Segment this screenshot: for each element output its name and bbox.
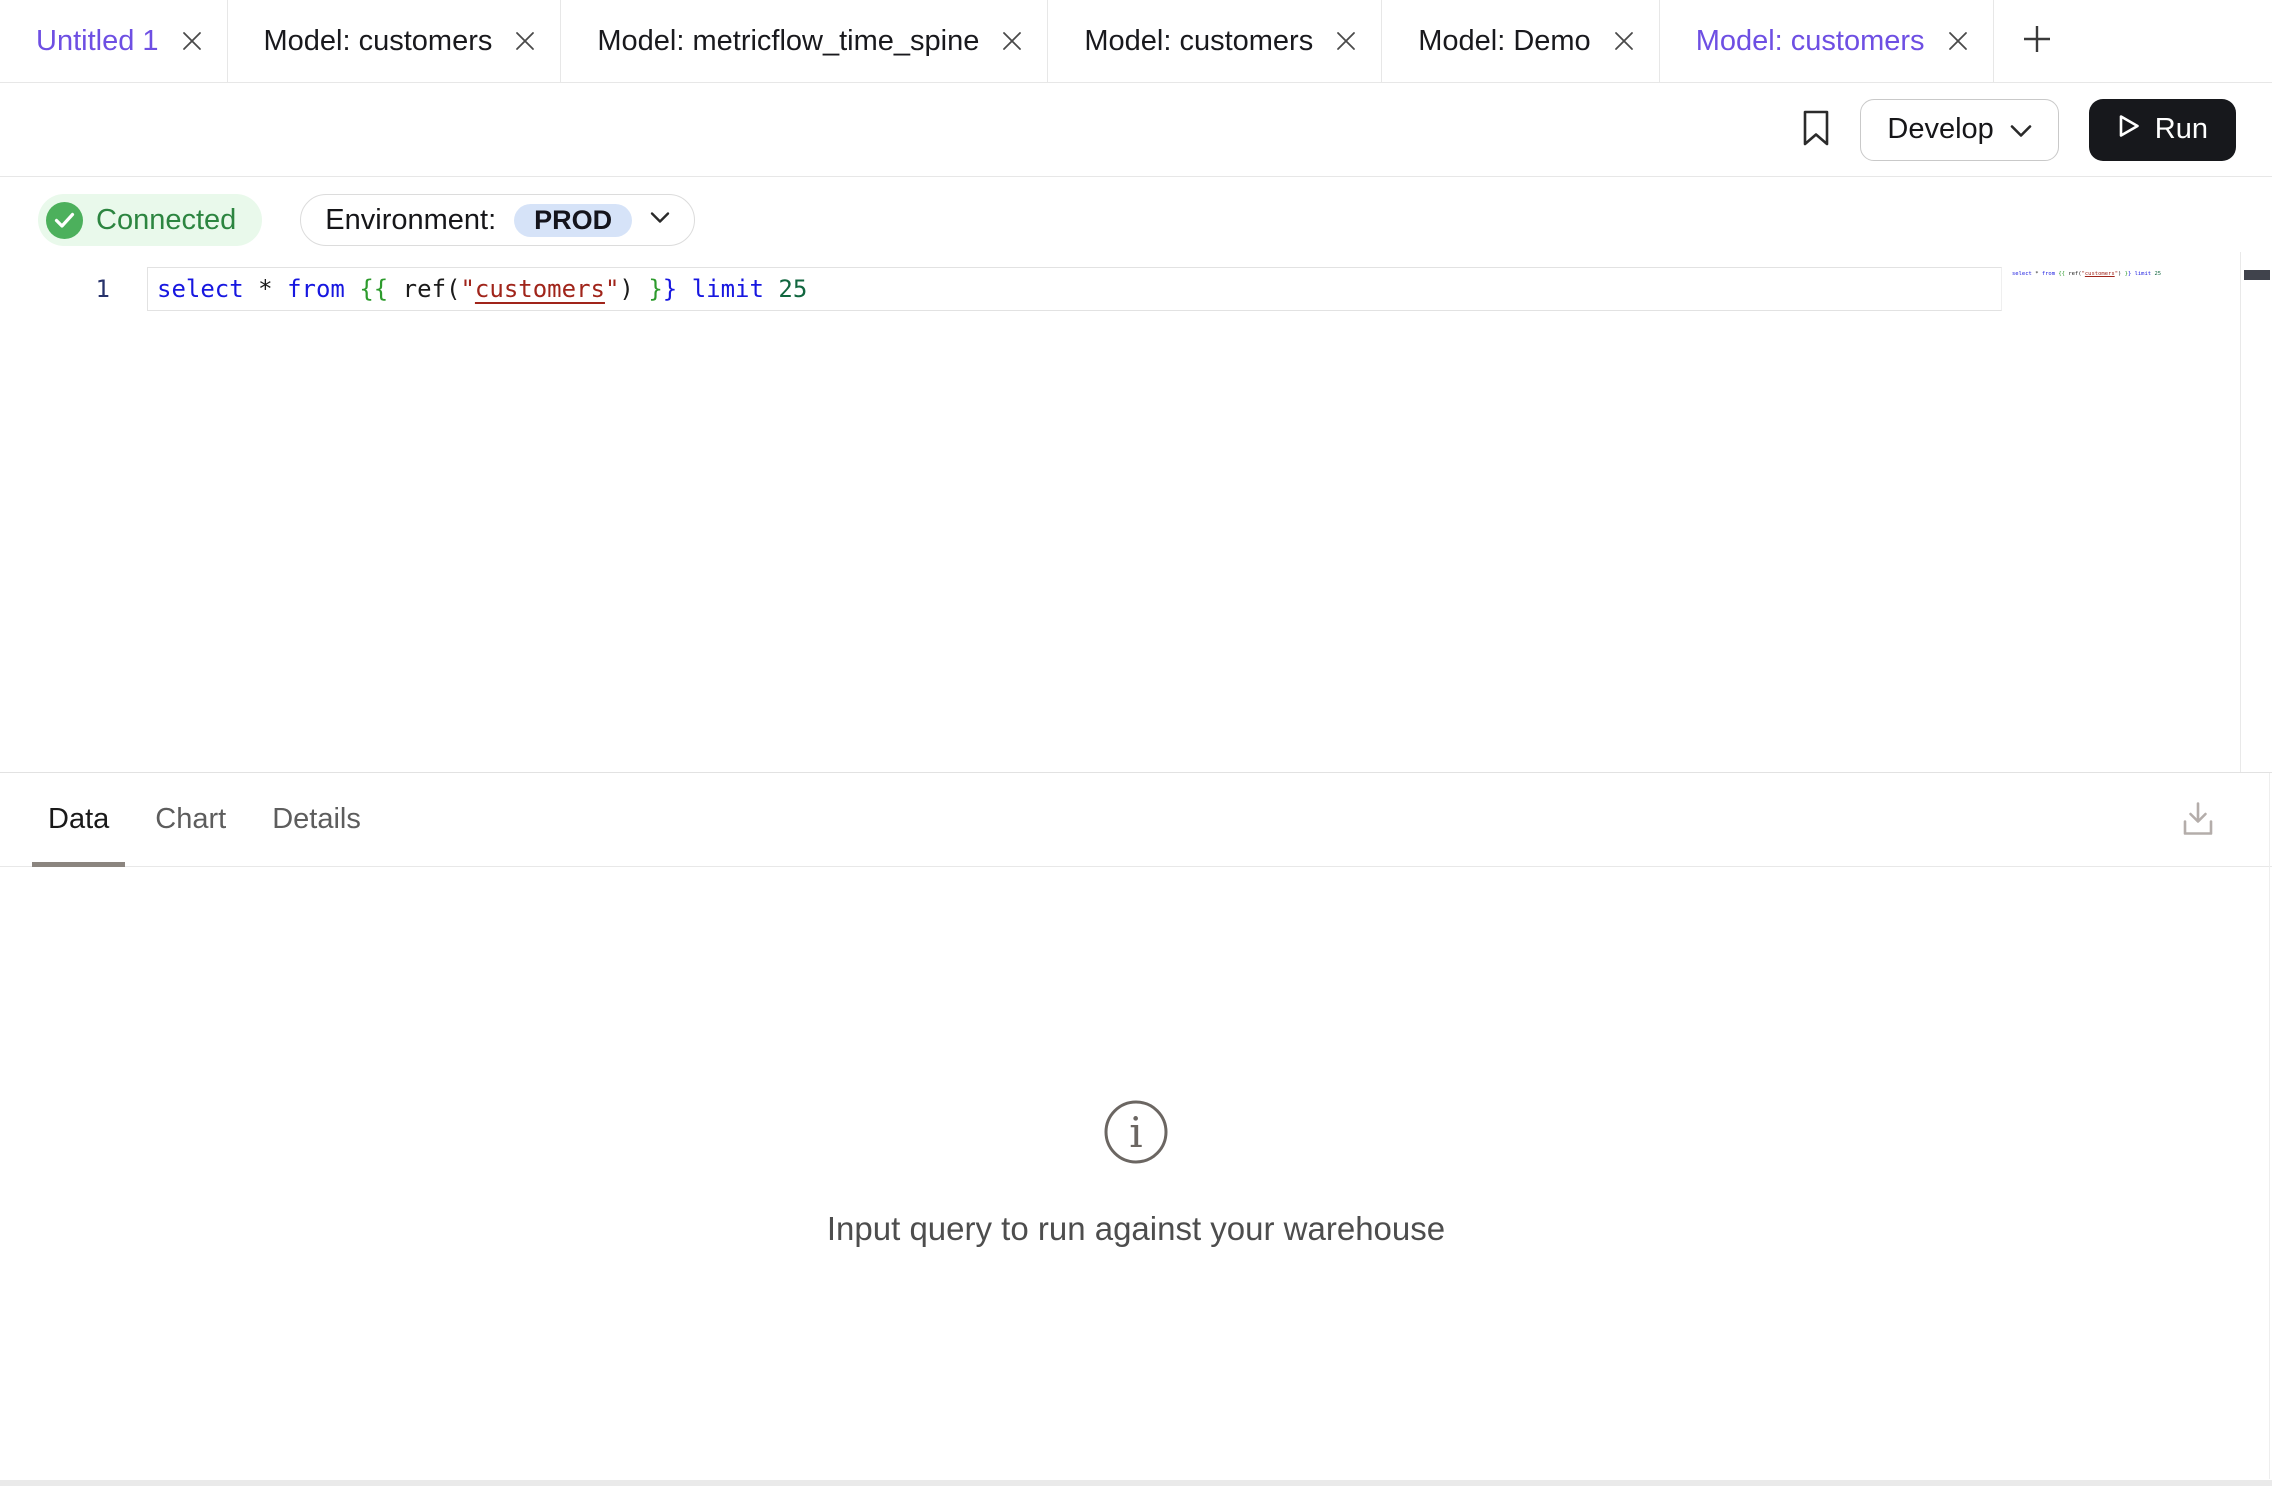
editor-tab-4[interactable]: Model: Demo <box>1382 0 1659 82</box>
results-tab-chart[interactable]: Chart <box>139 773 242 866</box>
results-tab-data[interactable]: Data <box>32 773 125 866</box>
status-row: Connected Environment: PROD <box>38 194 2272 246</box>
code-token <box>273 275 287 303</box>
bookmark-icon <box>1802 109 1830 150</box>
line-number: 1 <box>70 267 110 311</box>
empty-state: i Input query to run against your wareho… <box>0 867 2272 1479</box>
editor-tab-bar: Untitled 1 Model: customers Model: metricf… <box>0 0 2272 83</box>
tab-close-icon[interactable] <box>1333 28 1359 54</box>
run-button[interactable]: Run <box>2089 99 2236 161</box>
code-token: " <box>605 275 619 303</box>
tab-label: Model: Demo <box>1418 25 1590 58</box>
code-token: 25 <box>2154 271 2161 277</box>
active-tab-underline <box>32 862 125 867</box>
code-token: } <box>648 275 662 303</box>
code-token: " <box>460 275 474 303</box>
code-token <box>677 275 691 303</box>
connected-label: Connected <box>96 204 236 237</box>
results-tab-bar: Data Chart Details <box>0 773 2272 867</box>
code-token: } <box>663 275 677 303</box>
editor-tab-0[interactable]: Untitled 1 <box>0 0 228 82</box>
sql-editor[interactable]: 1 select * from {{ ref("customers") }} l… <box>0 246 2272 772</box>
code-token: * <box>258 275 272 303</box>
code-token <box>345 275 359 303</box>
code-token <box>388 275 402 303</box>
tab-close-icon[interactable] <box>512 28 538 54</box>
empty-state-message: Input query to run against your warehous… <box>827 1210 1445 1248</box>
tab-close-icon[interactable] <box>1945 28 1971 54</box>
code-token: customers <box>475 275 605 303</box>
editor-scrollbar-track <box>2240 252 2241 772</box>
bottom-bar <box>0 1480 2272 1486</box>
code-token: {{ <box>2058 271 2065 277</box>
results-tab-details[interactable]: Details <box>256 773 377 866</box>
code-token: customers <box>2085 271 2115 277</box>
editor-tab-3[interactable]: Model: customers <box>1048 0 1382 82</box>
code-token: ) <box>619 275 633 303</box>
code-token: ref( <box>403 275 461 303</box>
editor-minimap: select * from {{ ref("customers") }} lim… <box>2012 270 2161 279</box>
plus-icon <box>2019 21 2055 62</box>
chevron-down-icon <box>2010 113 2032 146</box>
new-tab-button[interactable] <box>1994 0 2080 82</box>
results-right-border <box>2269 773 2270 1479</box>
tab-close-icon[interactable] <box>1611 28 1637 54</box>
code-token: limit <box>692 275 764 303</box>
run-button-label: Run <box>2155 113 2208 146</box>
bookmark-button[interactable] <box>1802 109 1830 150</box>
tab-close-icon[interactable] <box>999 28 1025 54</box>
tab-label: Model: customers <box>1696 25 1925 58</box>
tab-label: Model: metricflow_time_spine <box>597 25 979 58</box>
results-tab-label: Chart <box>155 803 226 836</box>
tab-label: Model: customers <box>264 25 493 58</box>
editor-tab-5[interactable]: Model: customers <box>1660 0 1994 82</box>
code-token: ref( <box>2068 271 2081 277</box>
check-circle-icon <box>46 202 83 239</box>
code-token: select <box>157 275 244 303</box>
toolbar: Develop Run <box>0 83 2272 177</box>
results-panel: Data Chart Details i Input query to run ag… <box>0 772 2272 1479</box>
code-token: {{ <box>359 275 388 303</box>
results-tab-label: Data <box>48 803 109 836</box>
editor-tab-2[interactable]: Model: metricflow_time_spine <box>561 0 1048 82</box>
play-icon <box>2117 113 2141 147</box>
editor-scrollbar-thumb[interactable] <box>2244 270 2270 280</box>
code-token: from <box>287 275 345 303</box>
code-token <box>634 275 648 303</box>
svg-text:i: i <box>1129 1108 1142 1157</box>
download-results-button[interactable] <box>2180 799 2216 840</box>
environment-label: Environment: <box>325 204 496 237</box>
code-token <box>244 275 258 303</box>
results-tab-label: Details <box>272 803 361 836</box>
tab-label: Model: customers <box>1084 25 1313 58</box>
environment-selector[interactable]: Environment: PROD <box>300 194 695 246</box>
environment-value-badge: PROD <box>514 204 632 237</box>
connected-badge: Connected <box>38 194 262 246</box>
code-token: from <box>2042 271 2055 277</box>
tab-close-icon[interactable] <box>179 28 205 54</box>
chevron-down-icon <box>650 211 670 229</box>
download-icon <box>2180 799 2216 840</box>
info-icon: i <box>1103 1099 1169 1170</box>
code-token <box>764 275 778 303</box>
develop-button-label: Develop <box>1887 113 1993 146</box>
dbt-ide-app: Untitled 1 Model: customers Model: metricf… <box>0 0 2272 1486</box>
editor-tab-1[interactable]: Model: customers <box>228 0 562 82</box>
develop-button[interactable]: Develop <box>1860 99 2058 161</box>
tab-label: Untitled 1 <box>36 25 159 58</box>
code-token: 25 <box>778 275 807 303</box>
code-line[interactable]: select * from {{ ref("customers") }} lim… <box>157 267 807 311</box>
code-token: limit <box>2135 271 2152 277</box>
code-token: select <box>2012 271 2032 277</box>
